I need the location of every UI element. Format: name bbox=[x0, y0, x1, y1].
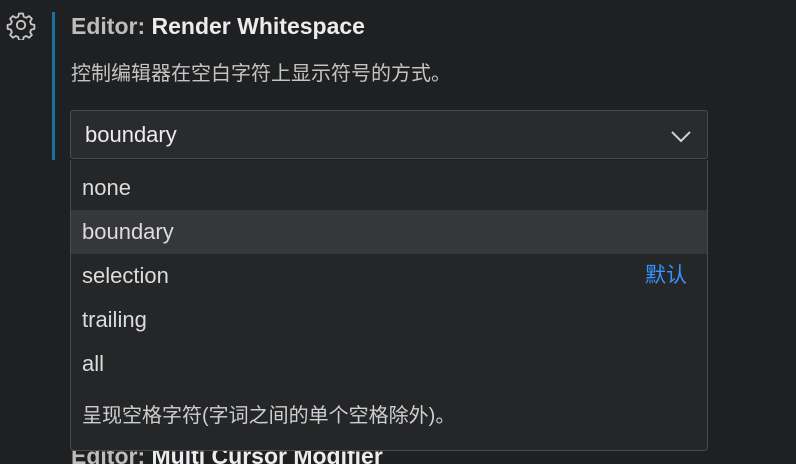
setting-name: Render Whitespace bbox=[151, 13, 365, 39]
settings-page: Editor: Render Whitespace 控制编辑器在空白字符上显示符… bbox=[0, 0, 796, 464]
option-label: trailing bbox=[82, 307, 147, 332]
chevron-down-icon[interactable] bbox=[669, 124, 693, 148]
option-label: all bbox=[82, 351, 105, 376]
option-trailing[interactable]: trailing bbox=[71, 298, 707, 342]
default-badge: 默认 bbox=[645, 264, 687, 287]
option-all[interactable]: all bbox=[71, 342, 707, 386]
focus-indicator-bar bbox=[52, 12, 55, 160]
option-description: 呈现空格字符(字词之间的单个空格除外)。 bbox=[82, 405, 456, 427]
setting-description: 控制编辑器在空白字符上显示符号的方式。 bbox=[71, 63, 451, 85]
setting-category: Editor: bbox=[71, 13, 146, 39]
option-label: none bbox=[82, 175, 131, 200]
option-label: boundary bbox=[82, 219, 174, 244]
option-label: selection bbox=[82, 263, 169, 288]
select-dropdown-list: none boundary selection 默认 trailing all … bbox=[70, 160, 708, 451]
render-whitespace-select[interactable]: boundary bbox=[70, 110, 708, 159]
option-selection[interactable]: selection 默认 bbox=[71, 254, 707, 298]
option-none[interactable]: none bbox=[71, 166, 707, 210]
select-current-value: boundary bbox=[85, 122, 177, 147]
gear-icon[interactable] bbox=[6, 10, 36, 42]
setting-title: Editor: Render Whitespace bbox=[71, 12, 365, 40]
option-boundary[interactable]: boundary bbox=[71, 210, 707, 254]
